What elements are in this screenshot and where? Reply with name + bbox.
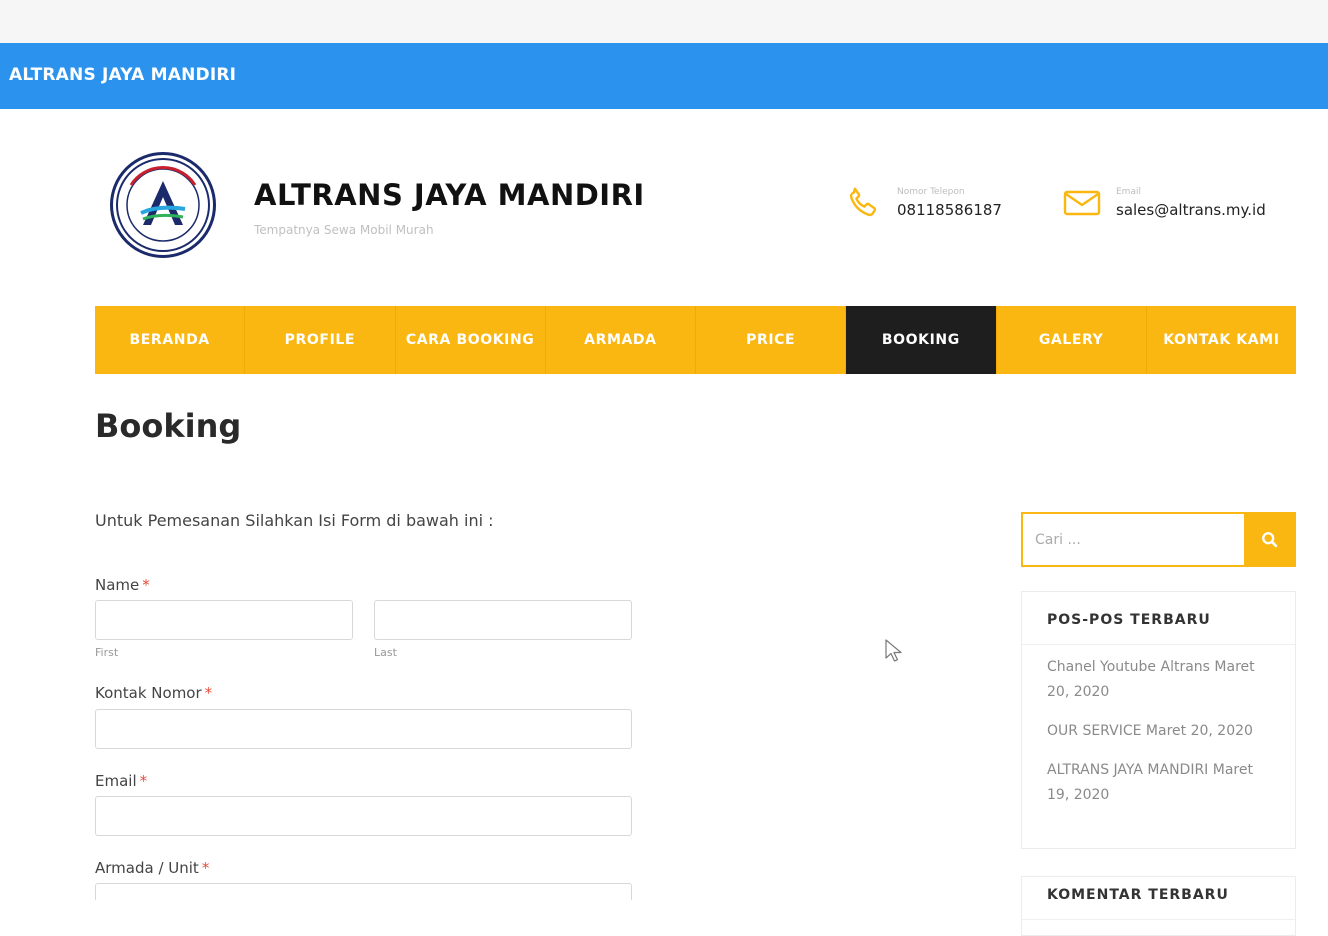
nav-item-galery[interactable]: GALERY [997, 306, 1147, 374]
recent-post-link[interactable]: ALTRANS JAYA MANDIRI Maret 19, 2020 [1047, 758, 1270, 808]
required-mark: * [139, 772, 148, 790]
main-nav: BERANDA PROFILE CARA BOOKING ARMADA PRIC… [95, 306, 1296, 374]
email-value: sales@altrans.my.id [1116, 201, 1266, 219]
name-label: Name * [95, 576, 150, 594]
top-bar-brand[interactable]: ALTRANS JAYA MANDIRI [9, 65, 236, 85]
browser-top-strip [0, 0, 1328, 43]
armada-label: Armada / Unit * [95, 859, 209, 877]
contact-label: Kontak Nomor * [95, 684, 212, 702]
nav-item-armada[interactable]: ARMADA [546, 306, 696, 374]
contact-label-text: Kontak Nomor [95, 684, 202, 702]
envelope-icon [1062, 183, 1102, 223]
recent-posts-widget: POS-POS TERBARU Chanel Youtube Altrans M… [1021, 591, 1296, 849]
first-name-input[interactable] [95, 600, 353, 640]
top-bar: ALTRANS JAYA MANDIRI [0, 43, 1328, 109]
search-button[interactable] [1244, 512, 1296, 567]
logo-emblem-icon [116, 158, 210, 252]
recent-post-link[interactable]: Chanel Youtube Altrans Maret 20, 2020 [1047, 655, 1270, 705]
last-name-input[interactable] [374, 600, 632, 640]
mouse-cursor-icon [885, 639, 902, 662]
page-title: Booking [95, 407, 242, 445]
recent-post-link[interactable]: OUR SERVICE Maret 20, 2020 [1047, 719, 1270, 744]
email-field[interactable] [95, 796, 632, 836]
form-intro: Untuk Pemesanan Silahkan Isi Form di baw… [95, 511, 494, 530]
required-mark: * [204, 684, 213, 702]
last-name-sublabel: Last [374, 646, 397, 659]
required-mark: * [201, 859, 210, 877]
site-logo[interactable] [110, 152, 216, 258]
nav-item-beranda[interactable]: BERANDA [95, 306, 246, 374]
email-field-label-text: Email [95, 772, 137, 790]
email-label: Email [1116, 187, 1141, 197]
contact-email: Email sales@altrans.my.id [1062, 183, 1266, 223]
recent-posts-title: POS-POS TERBARU [1022, 592, 1295, 645]
recent-comments-widget: KOMENTAR TERBARU [1021, 876, 1296, 936]
armada-label-text: Armada / Unit [95, 859, 199, 877]
recent-comments-title: KOMENTAR TERBARU [1022, 877, 1295, 920]
phone-icon [843, 183, 883, 223]
first-name-sublabel: First [95, 646, 119, 659]
search-icon [1262, 531, 1278, 547]
phone-label: Nomor Telepon [897, 187, 965, 197]
nav-item-price[interactable]: PRICE [696, 306, 847, 374]
required-mark: * [142, 576, 150, 594]
contact-number-input[interactable] [95, 709, 632, 749]
nav-item-profile[interactable]: PROFILE [245, 306, 396, 374]
phone-value: 08118586187 [897, 201, 1002, 219]
site-title[interactable]: ALTRANS JAYA MANDIRI [254, 178, 645, 212]
sidebar-search: Cari ... [1021, 512, 1296, 567]
search-input[interactable]: Cari ... [1021, 512, 1244, 567]
nav-item-booking[interactable]: BOOKING [846, 306, 997, 374]
armada-select[interactable] [95, 883, 632, 900]
contact-phone: Nomor Telepon 08118586187 [843, 183, 1002, 223]
nav-item-kontak-kami[interactable]: KONTAK KAMI [1147, 306, 1296, 374]
nav-item-cara-booking[interactable]: CARA BOOKING [396, 306, 546, 374]
name-label-text: Name [95, 576, 140, 594]
site-tagline: Tempatnya Sewa Mobil Murah [254, 223, 434, 237]
email-field-label: Email * [95, 772, 147, 790]
